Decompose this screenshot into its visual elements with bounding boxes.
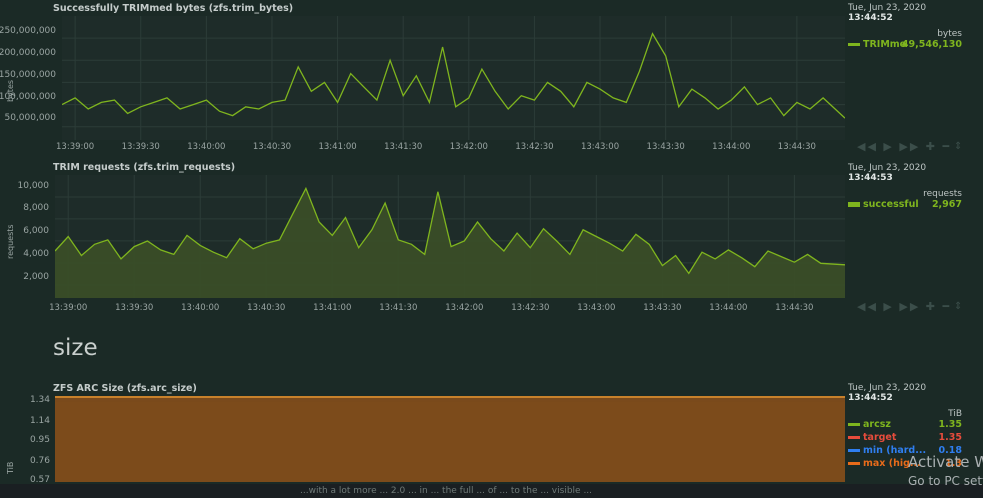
y-tick: 1.34	[29, 395, 50, 405]
x-tick: 13:39:00	[49, 303, 88, 313]
x-tick: 13:39:30	[115, 303, 154, 313]
trim-bytes-plot[interactable]	[61, 16, 846, 140]
x-tick: 13:40:00	[187, 142, 226, 152]
x-tick: 13:39:00	[56, 142, 95, 152]
x-tick: 13:41:30	[379, 303, 418, 313]
y-tick: 200,000,000	[0, 48, 56, 58]
x-tick: 13:43:30	[643, 303, 682, 313]
legend-time: 13:44:52	[848, 393, 893, 403]
y-tick: 2,000	[23, 272, 49, 282]
y-tick: 50,000,000	[4, 113, 56, 123]
y-tick: 4,000	[23, 249, 49, 259]
legend-time: 13:44:53	[848, 173, 893, 183]
x-axis: 13:39:00 13:39:30 13:40:00 13:40:30 13:41:00…	[0, 303, 845, 315]
legend-series-value: 1.35	[938, 432, 962, 443]
y-tick: 8,000	[23, 203, 49, 213]
y-tick: 6,000	[23, 226, 49, 236]
legend-swatch	[848, 462, 860, 465]
x-tick: 13:44:00	[712, 142, 751, 152]
x-tick: 13:42:00	[445, 303, 484, 313]
footer-text-fragment: ...with a lot more ... 2.0 ... in ... th…	[300, 486, 593, 496]
chart-title: TRIM requests (zfs.trim_requests)	[53, 162, 236, 173]
legend-series-value: 2,967	[931, 199, 962, 210]
chart-zoom-pan-controls[interactable]: ◀◀ ▶ ▶▶ ✚ ━	[857, 300, 951, 313]
x-tick: 13:42:30	[515, 142, 554, 152]
arc-size-area-chart	[55, 396, 845, 482]
series-area-arcsz	[55, 401, 845, 482]
legend-series-name: target	[863, 432, 897, 443]
y-tick: 150,000,000	[0, 70, 56, 80]
legend-swatch	[848, 423, 860, 426]
legend-swatch	[848, 436, 860, 439]
legend-series-item[interactable]: arcsz 1.35	[848, 419, 962, 432]
chart-legend: Tue, Jun 23, 2020 13:44:53 requests succ…	[848, 163, 962, 211]
legend-series-value: 1.35	[938, 419, 962, 430]
x-axis: 13:39:00 13:39:30 13:40:00 13:40:30 13:41:00…	[0, 142, 845, 154]
x-tick: 13:41:00	[313, 303, 352, 313]
legend-swatch	[848, 202, 860, 207]
legend-unit: requests	[923, 189, 962, 199]
x-tick: 13:43:00	[580, 142, 620, 152]
x-tick: 13:40:00	[181, 303, 220, 313]
legend-unit: TiB	[948, 409, 962, 419]
legend-series-item[interactable]: TRIMme 49,546,130	[848, 39, 962, 50]
resize-handle-icon[interactable]: ⇕	[954, 301, 962, 312]
legend-series-item[interactable]: successful 2,967	[848, 199, 962, 210]
trim-requests-plot[interactable]	[54, 175, 846, 298]
x-tick: 13:44:00	[709, 303, 748, 313]
legend-series-item[interactable]: target 1.35	[848, 432, 962, 445]
legend-time: 13:44:52	[848, 13, 893, 23]
series-line-TRIMme	[61, 32, 846, 119]
y-tick: 0.95	[29, 435, 50, 445]
trim-bytes-line-chart	[61, 16, 846, 140]
section-heading: size	[53, 335, 98, 361]
x-tick: 13:40:30	[252, 142, 292, 152]
chart-legend: Tue, Jun 23, 2020 13:44:52 bytes TRIMme …	[848, 3, 962, 51]
x-tick: 13:43:30	[646, 142, 685, 152]
windows-activation-watermark-sub: Go to PC sett	[908, 474, 983, 488]
legend-series-name: arcsz	[863, 419, 891, 430]
legend-swatch	[848, 449, 860, 452]
chart-title: ZFS ARC Size (zfs.arc_size)	[53, 383, 197, 394]
y-tick: 10,000	[17, 181, 50, 191]
legend-date: Tue, Jun 23, 2020	[848, 383, 927, 393]
x-tick: 13:39:30	[121, 142, 160, 152]
legend-series-name: TRIMme	[863, 39, 907, 50]
trim-requests-area-chart	[54, 175, 846, 298]
chart-zoom-pan-controls[interactable]: ◀◀ ▶ ▶▶ ✚ ━	[857, 140, 951, 153]
legend-series-name: successful	[863, 199, 919, 210]
legend-date: Tue, Jun 23, 2020	[848, 3, 927, 13]
x-tick: 13:41:00	[318, 142, 357, 152]
legend-swatch	[848, 43, 860, 46]
chart-title: Successfully TRIMmed bytes (zfs.trim_byt…	[53, 3, 294, 14]
x-tick: 13:44:30	[775, 303, 814, 313]
legend-unit: bytes	[937, 29, 962, 39]
x-tick: 13:44:30	[777, 142, 816, 152]
x-tick: 13:41:30	[384, 142, 423, 152]
y-tick: 100,000,000	[0, 92, 56, 102]
resize-handle-icon[interactable]: ⇕	[954, 141, 962, 152]
y-tick: 250,000,000	[0, 26, 56, 36]
x-tick: 13:42:00	[449, 142, 488, 152]
arc-size-plot[interactable]	[55, 396, 845, 482]
y-tick: 0.76	[29, 456, 50, 466]
x-tick: 13:42:30	[511, 303, 550, 313]
legend-date: Tue, Jun 23, 2020	[848, 163, 927, 173]
windows-activation-watermark: Activate W	[908, 453, 983, 471]
legend-series-value: 49,546,130	[901, 39, 962, 50]
x-tick: 13:43:00	[577, 303, 616, 313]
y-tick: 1.14	[29, 416, 50, 426]
x-tick: 13:40:30	[247, 303, 286, 313]
